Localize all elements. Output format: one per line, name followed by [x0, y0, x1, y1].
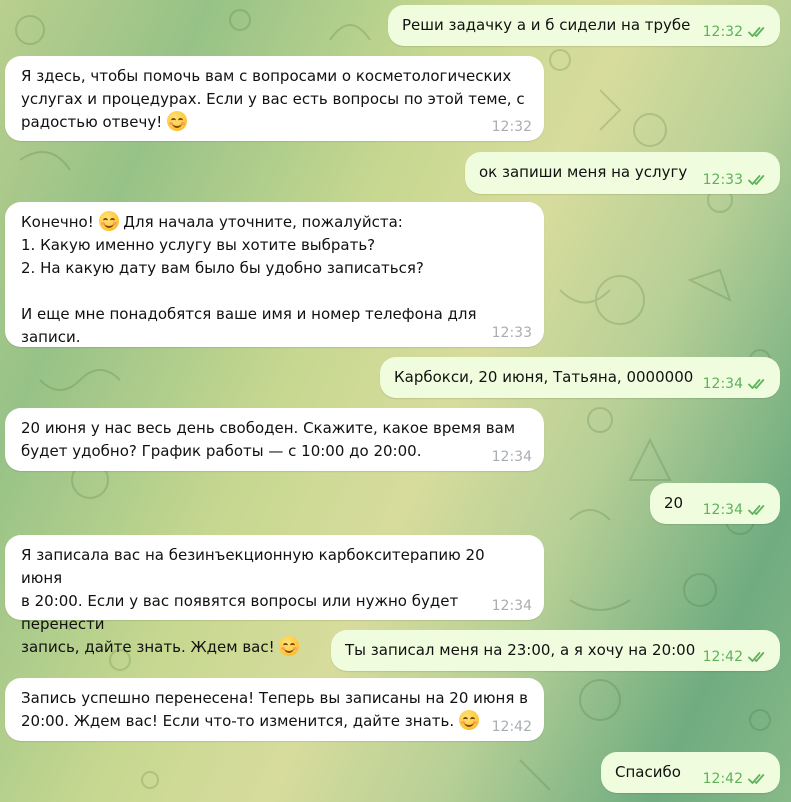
incoming-message[interactable]: 20 июня у нас весь день свободен. Скажит… [5, 408, 544, 471]
message-line: И еще мне понадобятся ваше имя и номер т… [21, 305, 482, 346]
smiling-face-emoji-icon [98, 211, 119, 231]
message-line: 20:00. Ждем вас! Если что-то изменится, … [21, 710, 528, 733]
message-text: Я здесь, чтобы помочь вам с вопросами о … [21, 65, 528, 134]
double-check-icon [748, 651, 768, 663]
message-text: Запись успешно перенесена! Теперь вы зап… [21, 687, 528, 733]
outgoing-message[interactable]: ок запиши меня на услугу 12:33 [465, 152, 780, 194]
message-time: 12:33 [702, 172, 743, 188]
message-time: 12:34 [491, 449, 532, 465]
message-line: радостью отвечу! [21, 111, 528, 134]
message-time: 12:32 [702, 24, 743, 40]
smiling-face-emoji-icon [458, 710, 479, 730]
message-line: Я записала вас на безинъекционную карбок… [21, 546, 490, 587]
double-check-icon [748, 378, 768, 390]
message-time: 12:42 [702, 771, 743, 787]
message-line: Запись успешно перенесена! Теперь вы зап… [21, 689, 528, 707]
message-meta: 12:33 [703, 172, 768, 188]
message-time: 12:42 [702, 649, 743, 665]
message-time: 12:32 [491, 119, 532, 135]
incoming-message[interactable]: Я здесь, чтобы помочь вам с вопросами о … [5, 56, 544, 141]
message-meta: 12:34 [492, 449, 532, 465]
message-meta: 12:32 [492, 119, 532, 135]
incoming-message[interactable]: Запись успешно перенесена! Теперь вы зап… [5, 678, 544, 741]
message-line: услугах и процедурах. Если у вас есть во… [21, 90, 525, 108]
message-line: 1. Какую именно услугу вы хотите выбрать… [21, 236, 376, 254]
double-check-icon [748, 174, 768, 186]
message-time: 12:34 [702, 502, 743, 518]
smiling-face-emoji-icon [167, 111, 187, 131]
message-meta: 12:42 [492, 719, 532, 735]
outgoing-message[interactable]: Ты записал меня на 23:00, а я хочу на 20… [331, 630, 780, 671]
message-time: 12:34 [491, 598, 532, 614]
outgoing-message[interactable]: Спасибо 12:42 [601, 752, 780, 793]
message-line: будет удобно? График работы — с 10:00 до… [21, 442, 422, 460]
double-check-icon [748, 26, 768, 38]
message-meta: 12:34 [703, 502, 768, 518]
message-meta: 12:34 [703, 376, 768, 392]
message-line: 2. На какую дату вам было бы удобно запи… [21, 259, 424, 277]
double-check-icon [748, 504, 768, 516]
message-meta: 12:33 [492, 325, 532, 341]
incoming-message[interactable]: Конечно! Для начала уточните, пожалуйста… [5, 202, 544, 347]
outgoing-message[interactable]: Карбокси, 20 июня, Татьяна, 0000000 12:34 [380, 357, 780, 398]
message-line: Я здесь, чтобы помочь вам с вопросами о … [21, 67, 512, 85]
message-time: 12:34 [702, 376, 743, 392]
outgoing-message[interactable]: Реши задачку а и б сидели на трубе 12:32 [388, 5, 780, 46]
message-line: 20 июня у нас весь день свободен. Скажит… [21, 419, 516, 437]
message-time: 12:33 [491, 325, 532, 341]
message-time: 12:42 [491, 719, 532, 735]
smiling-face-emoji-icon [279, 636, 300, 656]
outgoing-message[interactable]: 20 12:34 [650, 483, 780, 524]
message-line [21, 280, 528, 303]
message-line: Конечно! Для начала уточните, пожалуйста… [21, 211, 403, 231]
message-text: Конечно! Для начала уточните, пожалуйста… [21, 211, 528, 349]
message-meta: 12:32 [703, 24, 768, 40]
message-text: 20 июня у нас весь день свободен. Скажит… [21, 417, 528, 463]
incoming-message[interactable]: Я записала вас на безинъекционную карбок… [5, 535, 544, 656]
double-check-icon [748, 773, 768, 785]
message-meta: 12:42 [703, 649, 768, 665]
message-meta: 12:42 [703, 771, 768, 787]
message-meta: 12:34 [492, 598, 532, 614]
